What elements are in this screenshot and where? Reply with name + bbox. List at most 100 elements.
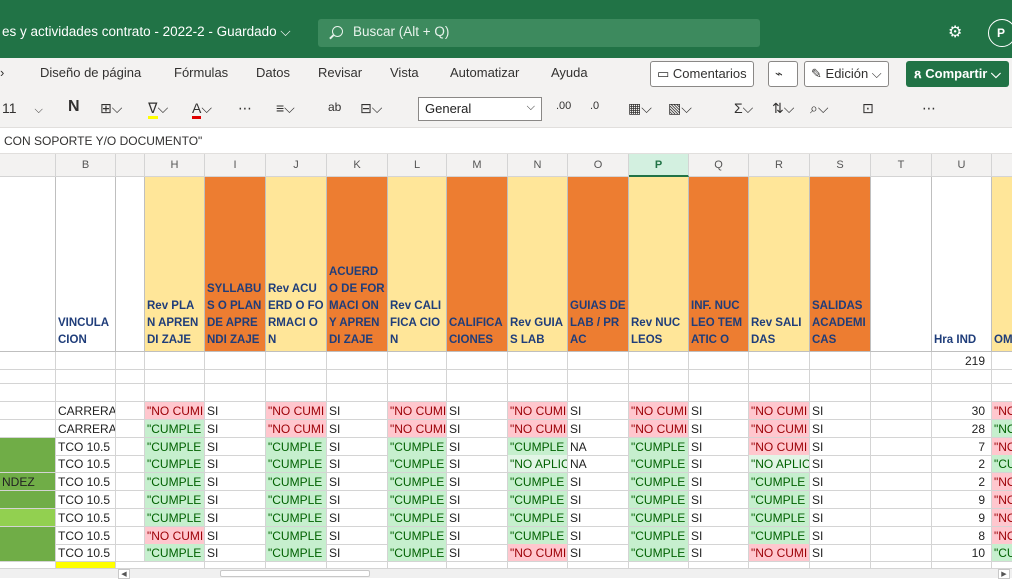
table-cell-b[interactable]: TCO 10.5 (56, 455, 116, 473)
table-cell-s[interactable]: SI (810, 473, 871, 491)
column-title-q[interactable]: INF. NUCLEO TEMATIC O (689, 177, 749, 352)
table-cell-l[interactable]: "CUMPLE (388, 455, 447, 473)
table-cell-t[interactable] (871, 527, 932, 545)
total-cell[interactable] (629, 352, 689, 370)
table-cell-a[interactable] (0, 455, 56, 473)
borders-icon[interactable]: ⊞⌵ (100, 100, 122, 117)
table-cell-i[interactable]: SI (205, 473, 266, 491)
blank-cell[interactable] (327, 384, 388, 402)
column-header-b[interactable]: B (56, 154, 116, 177)
table-cell-b[interactable]: TCO 10.5 (56, 438, 116, 456)
table-cell-p[interactable]: "CUMPLE (629, 544, 689, 562)
table-cell-a[interactable] (0, 491, 56, 509)
blank-cell[interactable] (508, 384, 568, 402)
table-cell-o[interactable]: NA (568, 438, 629, 456)
total-cell[interactable] (56, 352, 116, 370)
blank-cell[interactable] (749, 370, 810, 384)
table-cell-o[interactable]: NA (568, 455, 629, 473)
table-cell-m[interactable]: SI (447, 438, 508, 456)
total-cell[interactable] (689, 352, 749, 370)
table-cell-t[interactable] (871, 402, 932, 420)
table-cell-l[interactable]: "NO CUMI (388, 402, 447, 420)
hidden-cell[interactable] (116, 544, 145, 562)
table-cell-l[interactable]: "CUMPLE (388, 544, 447, 562)
table-cell-b[interactable]: TCO 10.5 (56, 509, 116, 527)
table-cell-j[interactable]: "CUMPLE (266, 509, 327, 527)
table-cell-r[interactable]: "NO CUMI (749, 544, 810, 562)
blank-cell[interactable] (992, 370, 1012, 384)
table-cell-p[interactable]: "CUMPLE (629, 455, 689, 473)
blank-cell[interactable] (689, 370, 749, 384)
total-cell[interactable] (447, 352, 508, 370)
blank-cell[interactable] (871, 384, 932, 402)
table-cell-b[interactable]: TCO 10.5 (56, 473, 116, 491)
table-cell-p[interactable]: "CUMPLE (629, 509, 689, 527)
table-cell-l[interactable]: "CUMPLE (388, 509, 447, 527)
table-cell-u[interactable]: 2 (932, 473, 992, 491)
table-cell-q[interactable]: SI (689, 509, 749, 527)
column-title-o[interactable]: GUIAS DE LAB / PRAC (568, 177, 629, 352)
table-cell-n[interactable]: "CUMPLE (508, 491, 568, 509)
table-cell-m[interactable]: SI (447, 544, 508, 562)
table-cell-j[interactable]: "NO CUMI (266, 402, 327, 420)
column-header-n[interactable]: N (508, 154, 568, 177)
blank-cell[interactable] (689, 384, 749, 402)
table-cell-h[interactable]: "CUMPLE (145, 455, 205, 473)
table-cell-o[interactable]: SI (568, 473, 629, 491)
total-cell[interactable] (205, 352, 266, 370)
table-cell-s[interactable]: SI (810, 491, 871, 509)
table-cell-i[interactable]: SI (205, 402, 266, 420)
total-cell[interactable] (749, 352, 810, 370)
table-cell-i[interactable]: SI (205, 527, 266, 545)
table-cell-j[interactable]: "CUMPLE (266, 455, 327, 473)
total-cell[interactable] (568, 352, 629, 370)
table-cell-i[interactable]: SI (205, 455, 266, 473)
column-title-n[interactable]: Rev GUIAS LAB (508, 177, 568, 352)
blank-cell[interactable] (568, 384, 629, 402)
table-cell-o[interactable]: SI (568, 527, 629, 545)
bold-button[interactable]: N (68, 98, 80, 116)
table-cell-r[interactable]: "CUMPLE (749, 491, 810, 509)
font-color-icon[interactable]: A⌵ (192, 100, 212, 119)
blank-cell[interactable] (749, 384, 810, 402)
table-cell-o[interactable]: SI (568, 491, 629, 509)
total-cell[interactable] (145, 352, 205, 370)
column-title-i[interactable]: SYLLABUS O PLAN DE APRENDI ZAJE (205, 177, 266, 352)
table-cell-l[interactable]: "CUMPLE (388, 491, 447, 509)
blank-cell[interactable] (810, 384, 871, 402)
menu-item-automatizar[interactable]: Automatizar (450, 65, 519, 80)
table-cell-h[interactable]: "CUMPLE (145, 438, 205, 456)
table-cell-u[interactable]: 9 (932, 509, 992, 527)
table-cell-i[interactable]: SI (205, 420, 266, 438)
table-cell-a[interactable] (0, 402, 56, 420)
column-header-m[interactable]: M (447, 154, 508, 177)
total-cell[interactable] (0, 352, 56, 370)
avatar[interactable]: P (988, 19, 1012, 47)
table-cell-n[interactable]: "CUMPLE (508, 509, 568, 527)
column-header-u[interactable]: U (932, 154, 992, 177)
column-title-s[interactable]: SALIDAS ACADEMI CAS (810, 177, 871, 352)
table-cell-r[interactable]: "NO CUMI (749, 402, 810, 420)
table-cell-k[interactable]: SI (327, 491, 388, 509)
sort-filter-icon[interactable]: ⇅⌵ (772, 100, 794, 117)
formula-bar[interactable]: CON SOPORTE Y/O DOCUMENTO" (0, 128, 1012, 154)
table-cell-q[interactable]: SI (689, 402, 749, 420)
table-cell-t[interactable] (871, 455, 932, 473)
table-cell-k[interactable]: SI (327, 420, 388, 438)
menu-item-vista[interactable]: Vista (390, 65, 419, 80)
table-cell-j[interactable]: "CUMPLE (266, 491, 327, 509)
blank-cell[interactable] (327, 370, 388, 384)
table-cell-v[interactable]: "CU (992, 455, 1012, 473)
blank-cell[interactable] (447, 370, 508, 384)
column-header-q[interactable]: Q (689, 154, 749, 177)
blank-cell[interactable] (145, 370, 205, 384)
column-header-j[interactable]: J (266, 154, 327, 177)
column-header-i[interactable]: I (205, 154, 266, 177)
blank-cell[interactable] (205, 384, 266, 402)
table-cell-n[interactable]: "NO CUMI (508, 402, 568, 420)
table-cell-a[interactable] (0, 420, 56, 438)
hidden-cell[interactable] (116, 420, 145, 438)
table-cell-q[interactable]: SI (689, 544, 749, 562)
table-cell-k[interactable]: SI (327, 473, 388, 491)
table-cell-h[interactable]: "CUMPLE (145, 509, 205, 527)
